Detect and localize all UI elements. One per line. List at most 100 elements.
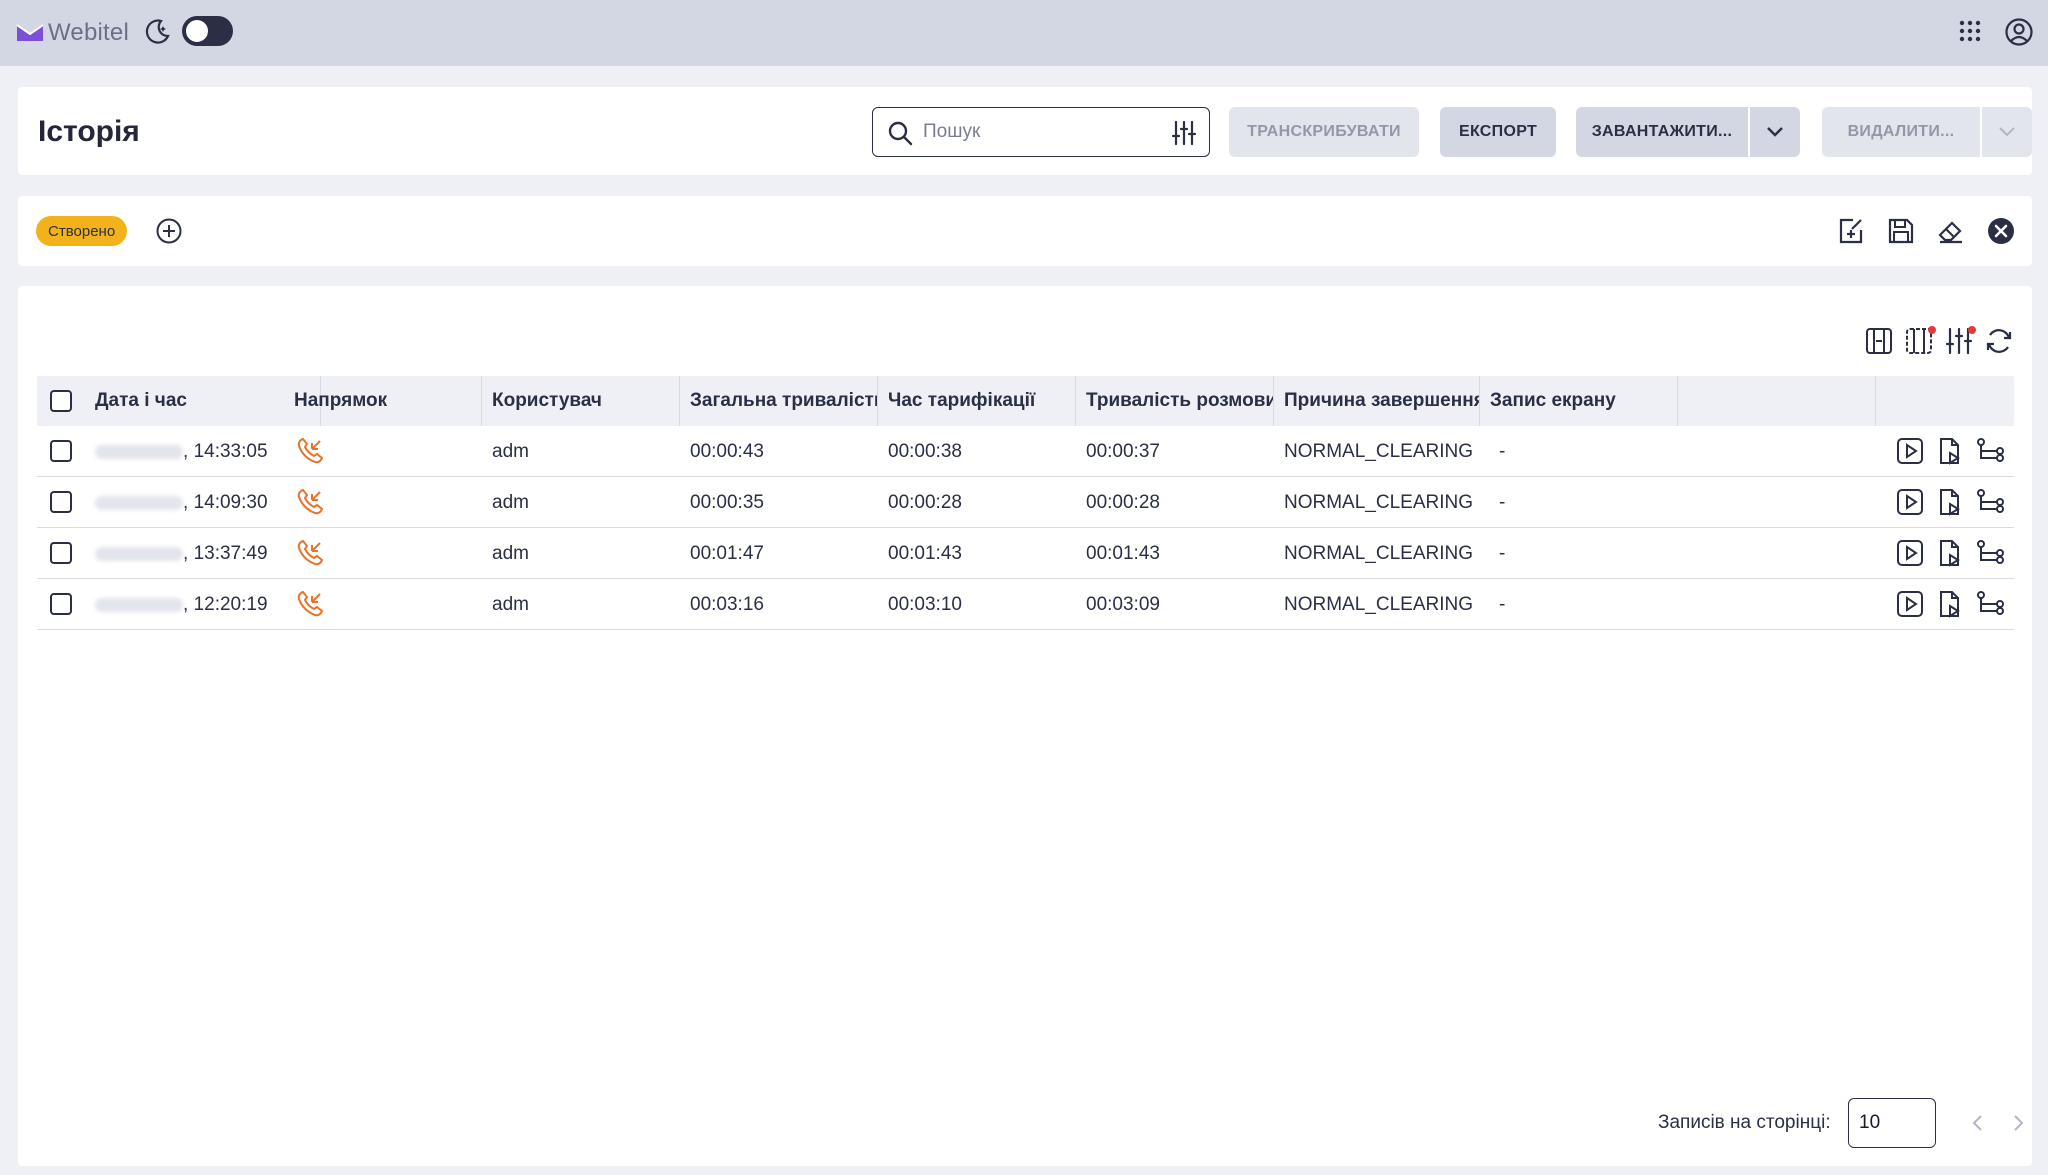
select-all-checkbox[interactable] bbox=[50, 390, 72, 412]
play-icon[interactable] bbox=[1895, 487, 1925, 517]
delete-dropdown-button[interactable] bbox=[1982, 107, 2032, 157]
column-header-billing-time[interactable]: Час тарифікації bbox=[878, 376, 1076, 426]
play-icon[interactable] bbox=[1895, 436, 1925, 466]
webitel-logo-icon bbox=[16, 24, 44, 41]
cell-talk-duration: 00:00:28 bbox=[1086, 491, 1160, 513]
cell-hangup-cause: NORMAL_CLEARING bbox=[1284, 440, 1473, 462]
cell-user: adm bbox=[492, 593, 529, 615]
column-header-user[interactable]: Користувач bbox=[482, 376, 680, 426]
row-checkbox[interactable] bbox=[50, 542, 72, 564]
search-input[interactable] bbox=[923, 118, 1153, 146]
column-header-talk-duration[interactable]: Тривалість розмови bbox=[1076, 376, 1274, 426]
expand-columns-icon[interactable] bbox=[1864, 326, 1894, 356]
table-row[interactable]: , 14:09:30 adm 00:00:35 00:00:28 00:00:2… bbox=[37, 477, 2014, 528]
table-row[interactable]: , 12:20:19 adm 00:03:16 00:03:10 00:03:0… bbox=[37, 579, 2014, 630]
table-row[interactable]: , 13:37:49 adm 00:01:47 00:01:43 00:01:4… bbox=[37, 528, 2014, 579]
moon-icon bbox=[145, 19, 170, 44]
redacted-date bbox=[95, 444, 183, 459]
page-size-label: Записів на сторінці: bbox=[1658, 1112, 1831, 1133]
row-checkbox[interactable] bbox=[50, 440, 72, 462]
cell-screen-recording: - bbox=[1499, 542, 1506, 564]
cell-screen-recording: - bbox=[1499, 440, 1506, 462]
app-logo[interactable]: Webitel bbox=[16, 18, 129, 48]
cell-talk-duration: 00:00:37 bbox=[1086, 440, 1160, 462]
row-checkbox[interactable] bbox=[50, 491, 72, 513]
table-header: Дата і час Напрямок Користувач Загальна … bbox=[37, 376, 2014, 426]
cell-screen-recording: - bbox=[1499, 491, 1506, 513]
notification-dot bbox=[1928, 326, 1936, 334]
transcribe-button[interactable]: ТРАНСКРИБУВАТИ bbox=[1229, 107, 1419, 157]
transcript-file-icon[interactable] bbox=[1935, 538, 1965, 568]
filter-chip-created[interactable]: Створено bbox=[36, 216, 128, 246]
cell-user: adm bbox=[492, 542, 529, 564]
apps-grid-icon[interactable] bbox=[1958, 19, 1982, 43]
delete-button[interactable]: ВИДАЛИТИ... bbox=[1822, 107, 1980, 157]
chevron-down-icon bbox=[1999, 127, 2015, 137]
cell-billing-time: 00:00:38 bbox=[888, 440, 962, 462]
column-header-direction[interactable]: Напрямок bbox=[284, 376, 482, 426]
transcript-file-icon[interactable] bbox=[1935, 436, 1965, 466]
cell-hangup-cause: NORMAL_CLEARING bbox=[1284, 542, 1473, 564]
cell-user: adm bbox=[492, 491, 529, 513]
eraser-icon[interactable] bbox=[1936, 216, 1966, 246]
incoming-call-icon bbox=[297, 590, 324, 617]
incoming-call-icon bbox=[297, 488, 324, 515]
cell-hangup-cause: NORMAL_CLEARING bbox=[1284, 593, 1473, 615]
theme-toggle[interactable] bbox=[182, 16, 233, 46]
cell-billing-time: 00:01:43 bbox=[888, 542, 962, 564]
call-flow-icon[interactable] bbox=[1975, 436, 2005, 466]
import-filter-icon[interactable] bbox=[1836, 216, 1866, 246]
column-header-empty bbox=[1678, 376, 1876, 426]
call-flow-icon[interactable] bbox=[1975, 487, 2005, 517]
transcript-file-icon[interactable] bbox=[1935, 487, 1965, 517]
cell-talk-duration: 00:03:09 bbox=[1086, 593, 1160, 615]
chevron-left-icon[interactable] bbox=[1966, 1111, 1990, 1135]
cell-billing-time: 00:00:28 bbox=[888, 491, 962, 513]
table-row[interactable]: , 14:33:05 adm 00:00:43 00:00:38 00:00:3… bbox=[37, 426, 2014, 477]
page-size-input[interactable] bbox=[1848, 1098, 1936, 1148]
cell-user: adm bbox=[492, 440, 529, 462]
toggle-knob bbox=[186, 20, 208, 42]
play-icon[interactable] bbox=[1895, 538, 1925, 568]
cell-billing-time: 00:03:10 bbox=[888, 593, 962, 615]
export-button[interactable]: ЕКСПОРТ bbox=[1440, 107, 1556, 157]
download-button[interactable]: ЗАВАНТАЖИТИ... bbox=[1576, 107, 1748, 157]
cell-total-duration: 00:01:47 bbox=[690, 542, 764, 564]
play-icon[interactable] bbox=[1895, 589, 1925, 619]
row-checkbox[interactable] bbox=[50, 593, 72, 615]
column-header-hangup-cause[interactable]: Причина завершення bbox=[1274, 376, 1480, 426]
cell-datetime: , 14:33:05 bbox=[95, 426, 268, 477]
cell-datetime: , 13:37:49 bbox=[95, 528, 268, 579]
add-filter-icon[interactable] bbox=[154, 216, 184, 246]
close-icon[interactable] bbox=[1986, 216, 2016, 246]
cell-total-duration: 00:00:35 bbox=[690, 491, 764, 513]
incoming-call-icon bbox=[297, 437, 324, 464]
cell-total-duration: 00:03:16 bbox=[690, 593, 764, 615]
cell-screen-recording: - bbox=[1499, 593, 1506, 615]
top-bar: Webitel bbox=[0, 0, 2048, 66]
filter-settings-icon[interactable] bbox=[1171, 120, 1197, 146]
column-header-screen-recording[interactable]: Запис екрану bbox=[1480, 376, 1678, 426]
call-flow-icon[interactable] bbox=[1975, 589, 2005, 619]
search-icon bbox=[888, 121, 913, 146]
account-icon[interactable] bbox=[2004, 17, 2034, 47]
page-title: Історія bbox=[38, 115, 140, 148]
chevron-right-icon[interactable] bbox=[2006, 1111, 2030, 1135]
transcript-file-icon[interactable] bbox=[1935, 589, 1965, 619]
cell-total-duration: 00:00:43 bbox=[690, 440, 764, 462]
filters-panel: Створено bbox=[18, 196, 2032, 266]
search-box[interactable] bbox=[872, 107, 1210, 157]
redacted-date bbox=[95, 597, 183, 612]
refresh-icon[interactable] bbox=[1984, 326, 2014, 356]
call-flow-icon[interactable] bbox=[1975, 538, 2005, 568]
cell-datetime: , 14:09:30 bbox=[95, 477, 268, 528]
incoming-call-icon bbox=[297, 539, 324, 566]
download-dropdown-button[interactable] bbox=[1750, 107, 1800, 157]
cell-datetime: , 12:20:19 bbox=[95, 579, 268, 630]
column-header-total-duration[interactable]: Загальна тривалість bbox=[680, 376, 878, 426]
redacted-date bbox=[95, 546, 183, 561]
notification-dot bbox=[1968, 326, 1976, 334]
page-header: Історія ТРАНСКРИБУВАТИ ЕКСПОРТ ЗАВАНТАЖИ… bbox=[18, 87, 2032, 175]
save-filter-icon[interactable] bbox=[1886, 216, 1916, 246]
cell-talk-duration: 00:01:43 bbox=[1086, 542, 1160, 564]
